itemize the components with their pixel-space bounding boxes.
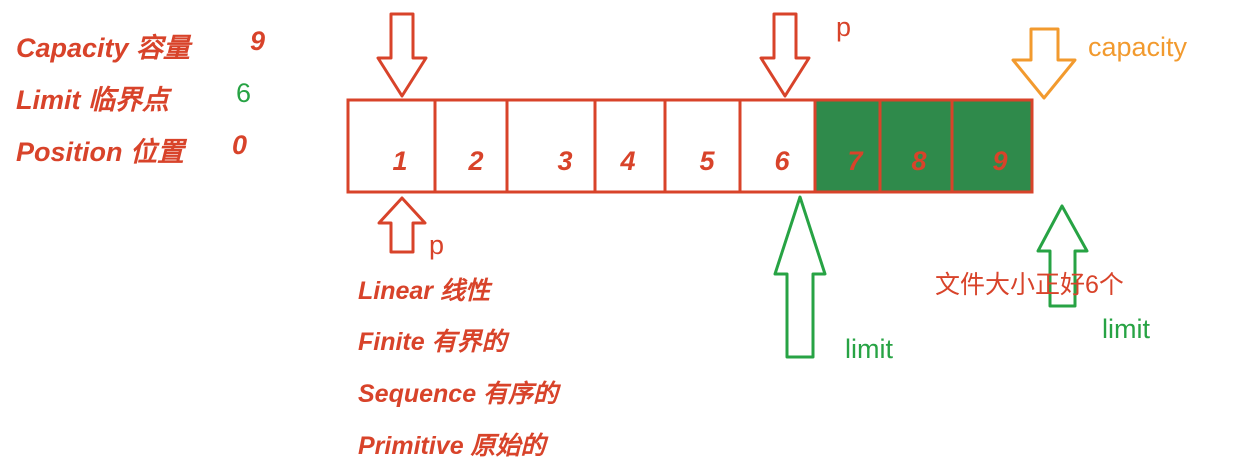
buffer-cell-3	[505, 98, 597, 194]
limit-pointer-label-alt: limit	[1102, 314, 1150, 344]
buffer-graphic: 1 2 3 4 5 6 7 8 9	[346, 12, 1089, 359]
p-label-bottom: p	[429, 230, 445, 260]
buffer-cell-label-6: 6	[774, 146, 790, 176]
buffer-cell-label-4: 4	[619, 146, 635, 176]
capacity-pointer-label: capacity	[1088, 32, 1188, 62]
buffer-cell-label-3: 3	[557, 146, 572, 176]
buffer-cell-label-2: 2	[467, 146, 483, 176]
p-label-top: p	[836, 12, 852, 42]
keyword-sequence: Sequence 有序的	[358, 380, 559, 408]
buffer-cell-label-5: 5	[699, 146, 715, 176]
file-size-note: 文件大小正好6个	[935, 271, 1124, 299]
buffer-cell-label-1: 1	[392, 146, 407, 176]
keyword-finite: Finite 有界的	[358, 328, 507, 356]
buffer-cell-label-8: 8	[911, 146, 926, 176]
buffer-cell-label-9: 9	[992, 146, 1007, 176]
buffer-diagram: Capacity 容量 9 Limit 临界点 6 Position 位置 0 …	[0, 0, 1240, 471]
limit-pointer-label: limit	[845, 334, 893, 364]
position-arrow-top	[376, 12, 428, 98]
buffer-cells: 1 2 3 4 5 6 7 8 9	[346, 98, 1034, 194]
keyword-primitive: Primitive 原始的	[358, 432, 546, 460]
buffer-cell-label-7: 7	[847, 146, 864, 176]
capacity-arrow	[1011, 27, 1077, 100]
p-arrow-top	[759, 12, 811, 98]
keyword-linear: Linear 线性	[358, 277, 490, 305]
position-arrow-bottom	[377, 196, 427, 254]
limit-arrow	[773, 195, 827, 359]
